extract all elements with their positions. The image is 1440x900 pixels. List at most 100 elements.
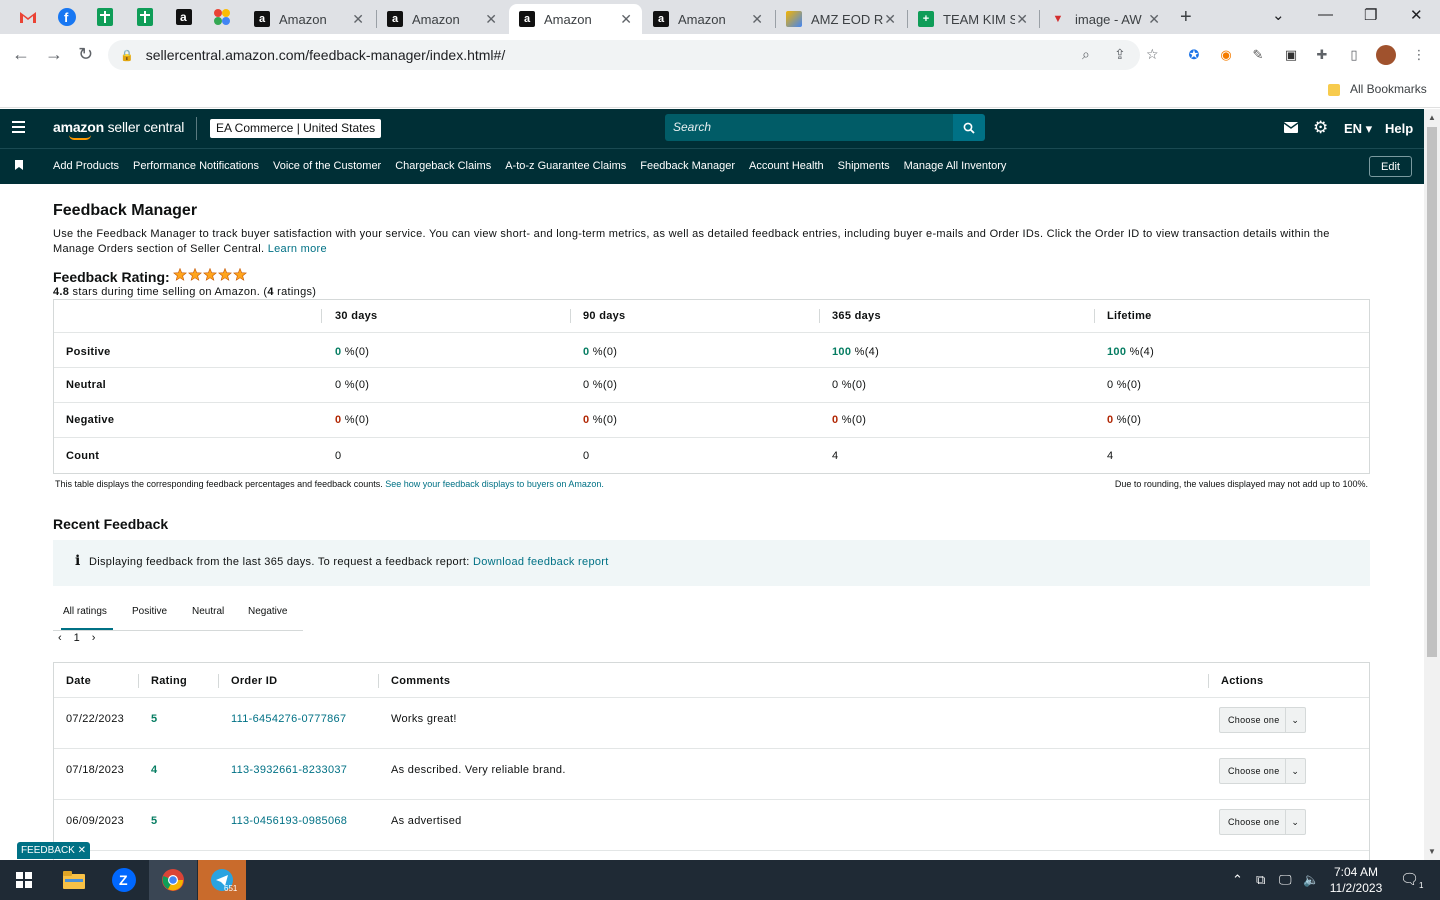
search-button[interactable] (953, 114, 985, 141)
hamburger-menu-icon[interactable] (12, 121, 25, 136)
sheets-icon[interactable] (133, 6, 157, 28)
nav-add-products[interactable]: Add Products (53, 160, 119, 172)
browser-tab[interactable]: AMZ EOD R ✕ (776, 4, 906, 34)
chevron-up-icon[interactable]: ⌃ (1232, 872, 1243, 888)
browser-tab-active[interactable]: a Amazon ✕ (509, 4, 642, 34)
page-scrollbar[interactable]: ▲ ▼ (1424, 109, 1440, 860)
extension-off-icon[interactable]: ▣ (1282, 46, 1300, 64)
tab-neutral[interactable]: Neutral (192, 606, 224, 617)
page-number[interactable]: 1 (74, 632, 80, 644)
facebook-icon[interactable]: f (55, 6, 79, 28)
minimize-icon[interactable]: — (1318, 6, 1333, 23)
close-icon[interactable]: ✕ (884, 11, 896, 28)
feedback-widget-button[interactable]: FEEDBACK ✕ (17, 842, 90, 859)
store-selector[interactable]: EA Commerce | United States (210, 119, 382, 138)
tab-search-icon[interactable]: ⌄ (1272, 6, 1285, 24)
reload-icon[interactable]: ↻ (78, 44, 93, 65)
close-window-icon[interactable]: ✕ (1410, 6, 1423, 24)
network-icon[interactable]: 🖵 (1279, 872, 1292, 888)
help-link[interactable]: Help (1385, 121, 1413, 136)
close-icon[interactable]: ✕ (1148, 11, 1160, 28)
nav-performance-notifications[interactable]: Performance Notifications (133, 160, 259, 172)
star-icon (217, 267, 232, 281)
close-icon[interactable]: ✕ (1016, 11, 1028, 28)
language-selector[interactable]: EN ▾ (1344, 121, 1372, 137)
side-panel-icon[interactable]: ▯ (1345, 46, 1363, 64)
feedback-display-link[interactable]: See how your feedback displays to buyers… (385, 479, 604, 489)
order-id-link[interactable]: 113-3932661-8233037 (231, 764, 347, 776)
amazon-icon: a (387, 11, 403, 27)
download-report-link[interactable]: Download feedback report (473, 556, 609, 568)
zoom-icon[interactable]: ⌕ (1082, 46, 1090, 63)
nav-chargeback-claims[interactable]: Chargeback Claims (395, 160, 491, 172)
browser-tab[interactable]: ▼ image - AW ✕ (1040, 4, 1170, 34)
tab-positive[interactable]: Positive (132, 606, 167, 617)
extension-icon[interactable]: ✎ (1249, 46, 1267, 64)
chevron-down-icon: ⌄ (1284, 810, 1305, 834)
amazon-icon[interactable]: a (172, 6, 196, 28)
system-clock[interactable]: 7:04 AM 11/2/2023 (1320, 864, 1392, 896)
restore-icon[interactable]: ❐ (1364, 6, 1377, 24)
bookmark-star-icon[interactable]: ☆ (1146, 46, 1159, 63)
nav-shipments[interactable]: Shipments (838, 160, 890, 172)
nav-a-to-z-claims[interactable]: A-to-z Guarantee Claims (505, 160, 626, 172)
close-icon[interactable]: ✕ (620, 11, 632, 28)
apps-icon[interactable] (210, 6, 234, 28)
sheets-icon[interactable] (93, 6, 117, 28)
nav-feedback-manager[interactable]: Feedback Manager (640, 160, 735, 172)
tab-all-ratings[interactable]: All ratings (63, 606, 107, 617)
meet-icon[interactable]: ⧉ (1256, 872, 1265, 888)
new-tab-icon[interactable]: + (1180, 6, 1192, 29)
sheets-icon (786, 11, 802, 27)
zalo-icon[interactable]: Z (100, 860, 148, 900)
telegram-icon[interactable]: 651 (198, 860, 246, 900)
avatar[interactable] (1376, 45, 1396, 65)
gear-icon[interactable]: ⚙ (1313, 118, 1328, 138)
bookmark-icon[interactable] (15, 160, 23, 170)
notification-icon[interactable]: 🗨1 (1400, 870, 1424, 890)
menu-kebab-icon[interactable]: ⋮ (1410, 46, 1428, 64)
chrome-icon[interactable] (149, 860, 197, 900)
back-icon[interactable]: ← (12, 44, 30, 65)
share-icon[interactable]: ⇪ (1114, 46, 1126, 63)
search-icon (963, 122, 975, 134)
feedback-rating-heading: Feedback Rating: (53, 267, 249, 285)
chevron-right-icon[interactable]: › (92, 632, 96, 644)
close-icon[interactable]: ✕ (485, 11, 497, 28)
file-explorer-icon[interactable] (50, 860, 98, 900)
learn-more-link[interactable]: Learn more (268, 243, 327, 255)
tab-negative[interactable]: Negative (248, 606, 287, 617)
forward-icon[interactable]: → (45, 44, 63, 65)
actions-dropdown[interactable]: Choose one ⌄ (1219, 707, 1306, 733)
gmail-icon[interactable] (16, 6, 40, 28)
order-id-link[interactable]: 111-6454276-0777867 (231, 713, 346, 725)
browser-tab[interactable]: + TEAM KIM S ✕ (908, 4, 1038, 34)
volume-icon[interactable]: 🔈 (1303, 872, 1319, 888)
actions-dropdown[interactable]: Choose one ⌄ (1219, 809, 1306, 835)
nav-account-health[interactable]: Account Health (749, 160, 824, 172)
metrics-note: This table displays the corresponding fe… (55, 479, 604, 489)
scroll-down-icon: ▼ (1428, 847, 1436, 856)
nav-manage-inventory[interactable]: Manage All Inventory (904, 160, 1007, 172)
extension-icon[interactable]: ✪ (1185, 46, 1203, 64)
browser-tab[interactable]: a Amazon ✕ (244, 4, 374, 34)
extension-icon[interactable]: ◉ (1217, 46, 1235, 64)
all-bookmarks[interactable]: All Bookmarks (1350, 82, 1427, 96)
address-bar[interactable]: 🔒 sellercentral.amazon.com/feedback-mana… (108, 40, 1159, 70)
close-icon[interactable]: ✕ (751, 11, 763, 28)
edit-nav-button[interactable]: Edit (1369, 156, 1412, 177)
nav-voice-of-customer[interactable]: Voice of the Customer (273, 160, 381, 172)
star-icon (232, 267, 247, 281)
windows-start-icon[interactable] (0, 860, 48, 900)
search-input[interactable]: Search (665, 114, 953, 141)
browser-tab[interactable]: a Amazon ✕ (377, 4, 507, 34)
extensions-puzzle-icon[interactable]: ✚ (1313, 46, 1331, 64)
order-id-link[interactable]: 113-0456193-0985068 (231, 815, 347, 827)
mail-icon[interactable] (1283, 120, 1299, 136)
seller-central-logo[interactable]: amazon seller central (53, 119, 184, 140)
actions-dropdown[interactable]: Choose one ⌄ (1219, 758, 1306, 784)
close-icon[interactable]: ✕ (352, 11, 364, 28)
browser-tab[interactable]: a Amazon ✕ (643, 4, 773, 34)
svg-text:f: f (64, 10, 69, 25)
chevron-left-icon[interactable]: ‹ (58, 632, 62, 644)
